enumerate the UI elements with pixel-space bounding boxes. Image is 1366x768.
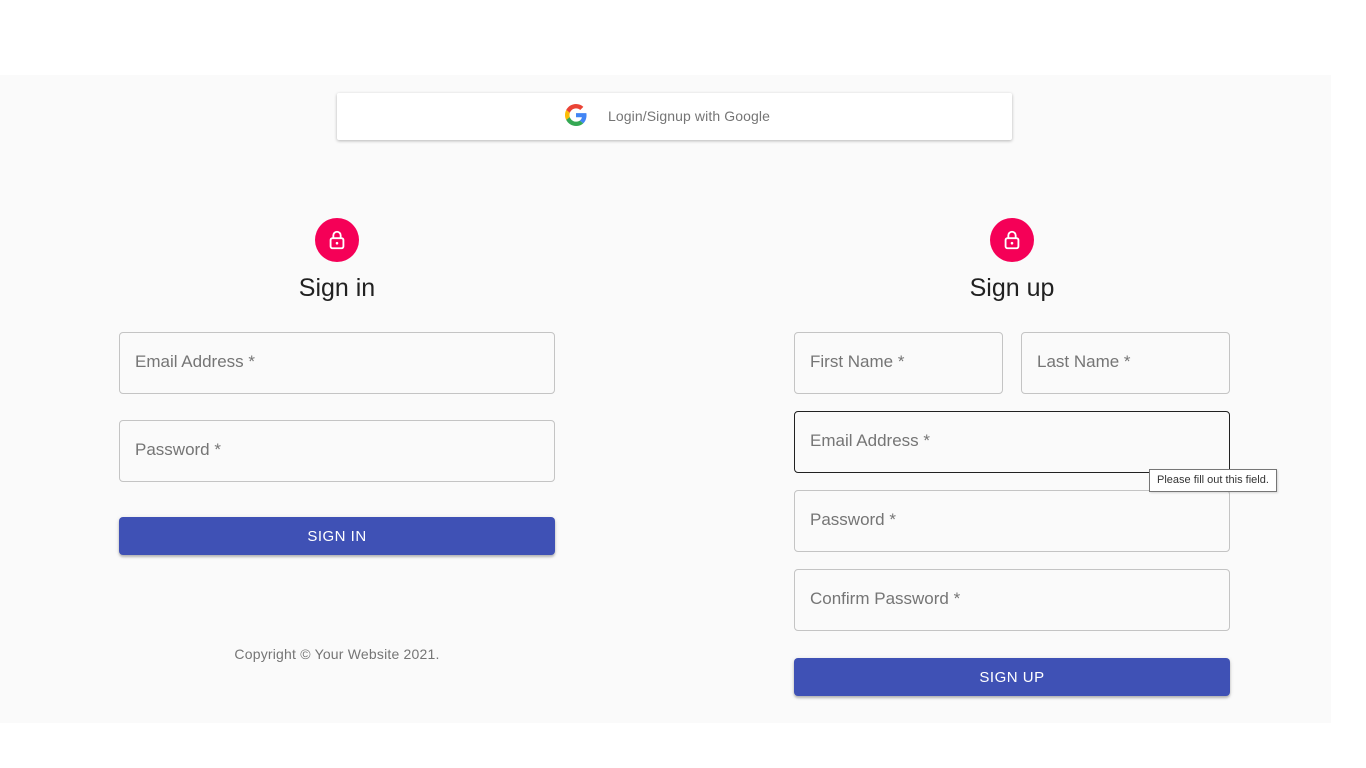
signin-email-placeholder: Email Address *: [135, 352, 255, 371]
signin-lock-avatar: [315, 218, 359, 262]
signin-email-field[interactable]: Email Address *: [119, 332, 555, 394]
signup-last-name-field[interactable]: Last Name *: [1021, 332, 1230, 394]
signup-last-name-placeholder: Last Name *: [1037, 352, 1131, 371]
signin-password-field[interactable]: Password *: [119, 420, 555, 482]
signup-confirm-password-field[interactable]: Confirm Password *: [794, 569, 1230, 631]
signin-title: Sign in: [298, 274, 376, 302]
copyright-text: Copyright © Your Website 2021.: [234, 646, 440, 662]
google-login-button[interactable]: Login/Signup with Google: [337, 93, 1012, 140]
signup-lock-avatar: [990, 218, 1034, 262]
signup-password-placeholder: Password *: [810, 510, 896, 529]
signin-password-placeholder: Password *: [135, 440, 221, 459]
sign-up-button[interactable]: SIGN UP: [794, 658, 1230, 696]
signup-confirm-password-placeholder: Confirm Password *: [810, 589, 961, 608]
signup-first-name-placeholder: First Name *: [810, 352, 905, 371]
google-login-label: Login/Signup with Google: [608, 108, 770, 124]
lock-icon: [1004, 230, 1020, 250]
sign-in-button[interactable]: SIGN IN: [119, 517, 555, 555]
signup-email-field[interactable]: Email Address *: [794, 411, 1230, 473]
google-g-icon: [565, 104, 587, 126]
signup-email-placeholder: Email Address *: [810, 431, 930, 450]
signup-title: Sign up: [969, 274, 1055, 302]
signup-first-name-field[interactable]: First Name *: [794, 332, 1003, 394]
validation-tooltip: Please fill out this field.: [1149, 469, 1277, 492]
lock-icon: [329, 230, 345, 250]
signup-password-field[interactable]: Password *: [794, 490, 1230, 552]
